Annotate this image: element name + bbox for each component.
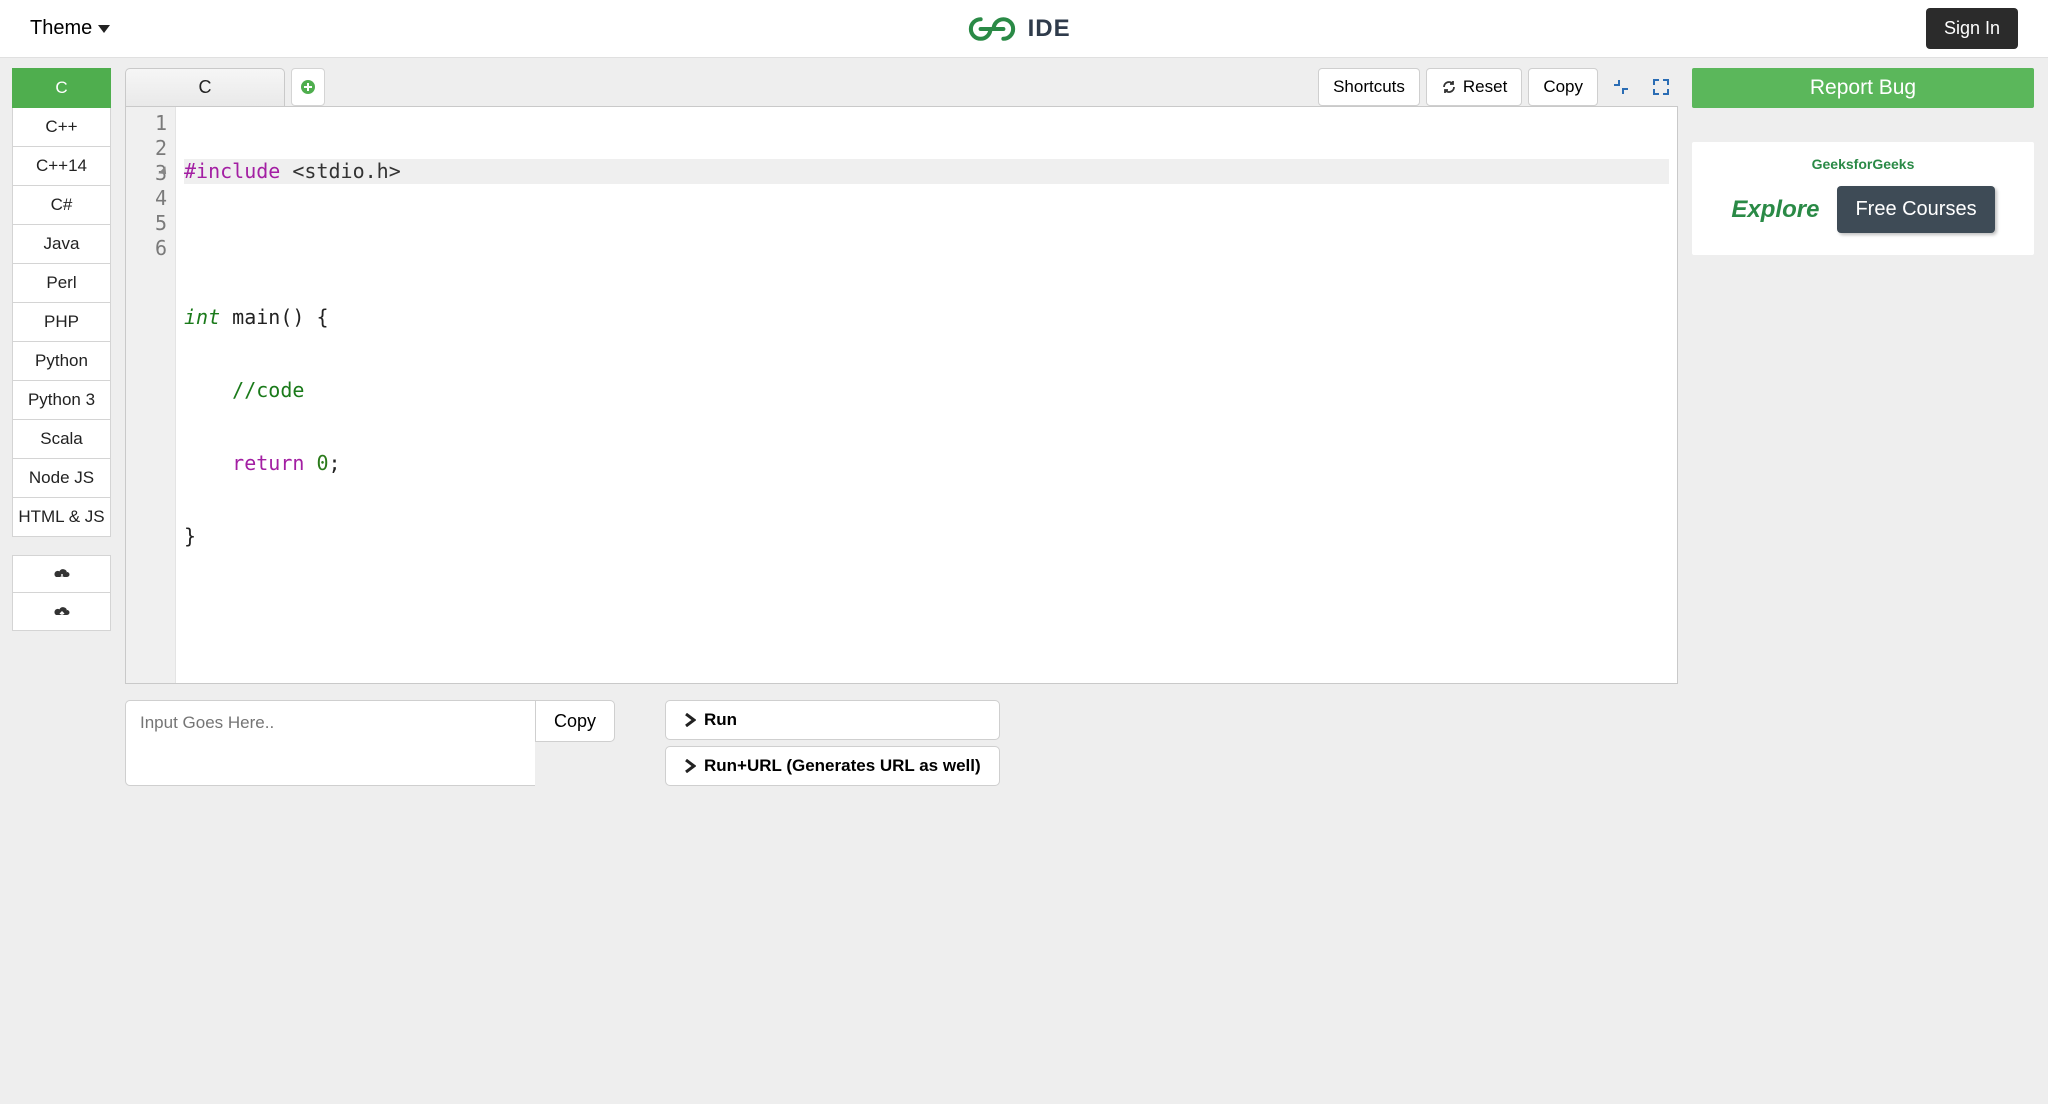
code-token: } xyxy=(184,524,196,548)
code-token: 0 xyxy=(304,451,328,475)
reset-button[interactable]: Reset xyxy=(1426,68,1522,106)
signin-button[interactable]: Sign In xyxy=(1926,8,2018,49)
promo-explore-label: Explore xyxy=(1731,196,1819,224)
cloud-upload-icon xyxy=(53,604,71,620)
run-label: Run xyxy=(704,710,737,730)
run-url-label: Run+URL (Generates URL as well) xyxy=(704,756,981,776)
line-number: 1 xyxy=(130,111,167,136)
line-number: 5 xyxy=(130,211,167,236)
sidebar-item-perl[interactable]: Perl xyxy=(12,264,111,303)
chevron-right-icon xyxy=(684,759,696,773)
theme-dropdown[interactable]: Theme xyxy=(30,17,110,40)
geeksforgeeks-logo-icon xyxy=(966,13,1018,45)
sidebar-item-php[interactable]: PHP xyxy=(12,303,111,342)
sidebar-item-python[interactable]: Python xyxy=(12,342,111,381)
input-row: Copy Run Run+URL (Generates URL as well) xyxy=(125,700,1678,786)
collapse-icon xyxy=(1612,78,1630,96)
run-url-button[interactable]: Run+URL (Generates URL as well) xyxy=(665,746,1000,786)
code-editor[interactable]: 123456 #include <stdio.h> int main() { /… xyxy=(125,106,1678,684)
line-number: 3 xyxy=(130,161,167,186)
theme-label: Theme xyxy=(30,17,92,40)
tab-c[interactable]: C xyxy=(125,68,285,106)
plus-circle-icon xyxy=(300,79,316,95)
code-token: ; xyxy=(329,451,341,475)
line-number: 4 xyxy=(130,186,167,211)
shrink-button[interactable] xyxy=(1604,72,1638,102)
stdin-input[interactable] xyxy=(125,700,535,786)
sidebar-item-c-[interactable]: C# xyxy=(12,186,111,225)
ide-title: IDE xyxy=(1028,15,1071,43)
run-button[interactable]: Run xyxy=(665,700,1000,740)
promo-brand: GeeksforGeeks xyxy=(1710,156,2016,172)
sidebar-item-c-14[interactable]: C++14 xyxy=(12,147,111,186)
editor-column: C Shortcuts Reset Copy xyxy=(123,58,1688,1104)
copy-input-button[interactable]: Copy xyxy=(535,700,615,742)
code-token: return xyxy=(184,451,304,475)
code-token: main() { xyxy=(220,305,328,329)
line-number: 6 xyxy=(130,236,167,261)
main: CC++C++14C#JavaPerlPHPPythonPython 3Scal… xyxy=(0,58,2048,1104)
fold-marker-icon[interactable] xyxy=(158,166,169,177)
code-token: #include xyxy=(184,159,280,183)
sidebar-item-scala[interactable]: Scala xyxy=(12,420,111,459)
logo[interactable]: IDE xyxy=(966,13,1071,45)
chevron-down-icon xyxy=(98,25,110,33)
line-number: 2 xyxy=(130,136,167,161)
reset-label: Reset xyxy=(1463,77,1507,97)
tab-bar: C Shortcuts Reset Copy xyxy=(125,68,1678,106)
header: Theme IDE Sign In xyxy=(0,0,2048,58)
cloud-download-icon xyxy=(53,566,71,582)
sidebar-item-c-[interactable]: C++ xyxy=(12,108,111,147)
expand-icon xyxy=(1652,78,1670,96)
code-content: #include <stdio.h> int main() { //code r… xyxy=(176,107,1677,683)
sidebar-item-c[interactable]: C xyxy=(12,68,111,108)
sidebar-item-python-3[interactable]: Python 3 xyxy=(12,381,111,420)
code-token: <stdio.h> xyxy=(280,159,400,183)
report-bug-button[interactable]: Report Bug xyxy=(1692,68,2034,108)
line-gutter: 123456 xyxy=(126,107,176,683)
add-tab-button[interactable] xyxy=(291,68,325,106)
download-button[interactable] xyxy=(12,555,111,593)
code-token: int xyxy=(184,305,220,329)
copy-code-button[interactable]: Copy xyxy=(1528,68,1598,106)
code-token: //code xyxy=(184,378,304,402)
sidebar-item-html-js[interactable]: HTML & JS xyxy=(12,498,111,537)
free-courses-button[interactable]: Free Courses xyxy=(1837,186,1994,233)
language-sidebar: CC++C++14C#JavaPerlPHPPythonPython 3Scal… xyxy=(0,58,123,1104)
right-column: Report Bug GeeksforGeeks Explore Free Co… xyxy=(1688,58,2048,1104)
fullscreen-button[interactable] xyxy=(1644,72,1678,102)
sidebar-item-node-js[interactable]: Node JS xyxy=(12,459,111,498)
sidebar-item-java[interactable]: Java xyxy=(12,225,111,264)
chevron-right-icon xyxy=(684,713,696,727)
refresh-icon xyxy=(1441,79,1457,95)
upload-button[interactable] xyxy=(12,593,111,631)
promo-card: GeeksforGeeks Explore Free Courses xyxy=(1692,142,2034,255)
shortcuts-button[interactable]: Shortcuts xyxy=(1318,68,1420,106)
